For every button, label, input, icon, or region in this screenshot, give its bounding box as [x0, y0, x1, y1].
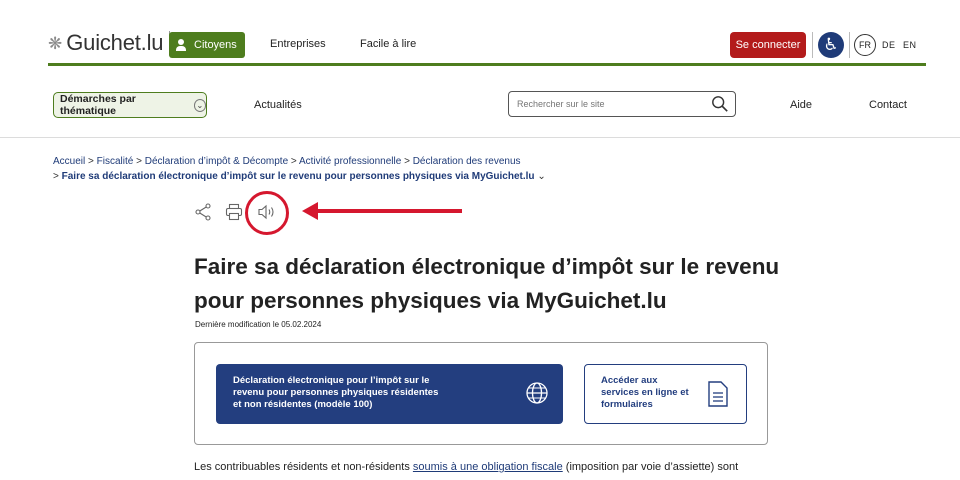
intro-text: Les contribuables résidents et non-résid… [194, 461, 413, 473]
citoyens-label: Citoyens [194, 39, 237, 51]
electronic-declaration-button[interactable]: Déclaration électronique pour l’impôt su… [216, 364, 563, 424]
action-card: Déclaration électronique pour l’impôt su… [194, 342, 768, 445]
document-icon [708, 381, 728, 407]
header-divider [812, 32, 813, 58]
main-navigation: Démarches par thématique ⌄ Actualités Ai… [0, 66, 960, 138]
breadcrumb-item[interactable]: Accueil [53, 156, 85, 167]
primary-button-line: Déclaration électronique pour l’impôt su… [233, 375, 430, 386]
breadcrumb-item[interactable]: Activité professionnelle [299, 156, 401, 167]
breadcrumb-current[interactable]: Faire sa déclaration électronique d’impô… [62, 171, 535, 182]
site-logo[interactable]: ❋ Guichet.lu [48, 30, 176, 56]
annotation-arrow-icon [302, 202, 462, 220]
primary-button-line: et non résidentes (modèle 100) [233, 399, 373, 410]
entreprises-link[interactable]: Entreprises [270, 38, 326, 50]
last-modified: Dernière modification le 05.02.2024 [195, 320, 322, 329]
tax-obligation-link[interactable]: soumis à une obligation fiscale [413, 461, 563, 473]
person-icon [176, 39, 186, 51]
breadcrumb-item[interactable]: Déclaration d’impôt & Décompte [145, 156, 288, 167]
annotation-circle [245, 191, 289, 235]
primary-button-line: revenu pour personnes physiques résident… [233, 387, 439, 398]
search-box [508, 91, 736, 117]
themes-label: Démarches par thématique [60, 93, 136, 117]
search-input[interactable] [517, 99, 697, 109]
chevron-down-icon[interactable]: ⌄ [537, 171, 545, 182]
contact-link[interactable]: Contact [869, 99, 907, 111]
themes-dropdown[interactable]: Démarches par thématique ⌄ [53, 92, 207, 118]
search-icon[interactable] [711, 95, 729, 113]
lang-en-link[interactable]: EN [903, 40, 917, 50]
print-icon[interactable] [225, 203, 243, 221]
logo-emblem-icon: ❋ [48, 33, 63, 53]
share-icon[interactable] [194, 203, 212, 221]
news-link[interactable]: Actualités [254, 99, 302, 111]
globe-icon [526, 382, 548, 404]
citoyens-tab[interactable]: Citoyens [169, 32, 245, 58]
top-header: ❋ Guichet.lu Citoyens Entreprises Facile… [48, 0, 926, 66]
intro-paragraph: Les contribuables résidents et non-résid… [194, 461, 738, 473]
intro-text: (imposition par voie d’assiette) sont [562, 461, 739, 473]
logo-text: Guichet.lu [66, 30, 164, 55]
accessibility-icon[interactable]: ♿ [818, 32, 844, 58]
lang-fr-button[interactable]: FR [854, 34, 876, 56]
breadcrumb-item[interactable]: Déclaration des revenus [413, 156, 521, 167]
help-link[interactable]: Aide [790, 99, 812, 111]
header-divider [849, 32, 850, 58]
login-button[interactable]: Se connecter [730, 32, 806, 58]
lang-de-link[interactable]: DE [882, 40, 896, 50]
breadcrumb-item[interactable]: Fiscalité [97, 156, 134, 167]
facile-a-lire-link[interactable]: Facile à lire [360, 38, 416, 50]
chevron-down-icon: ⌄ [193, 98, 206, 112]
breadcrumb: Accueil > Fiscalité > Déclaration d’impô… [53, 156, 546, 182]
online-services-button[interactable]: Accéder aux services en ligne et formula… [584, 364, 747, 424]
page-title: Faire sa déclaration électronique d’impô… [194, 254, 780, 313]
